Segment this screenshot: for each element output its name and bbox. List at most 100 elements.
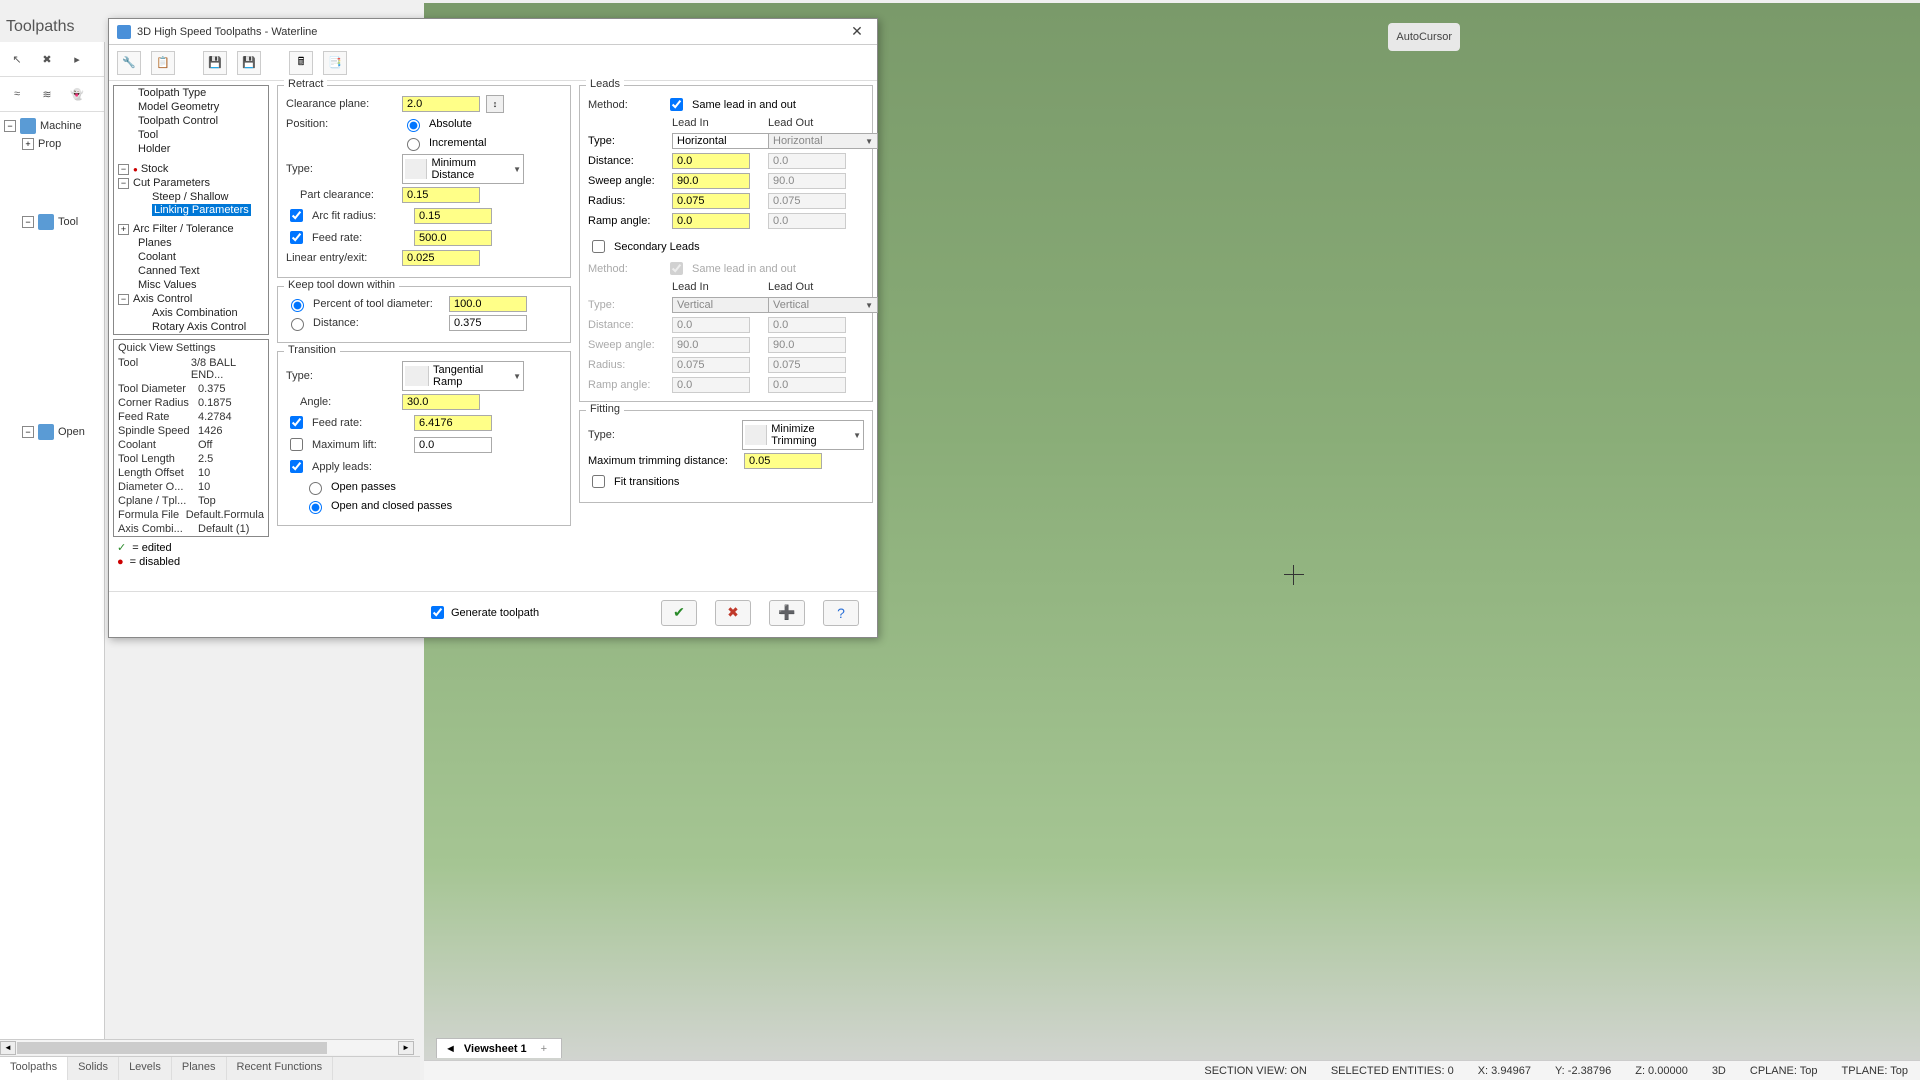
leadin-radius-input[interactable]: 0.075 (672, 193, 750, 209)
arrow-icon[interactable]: ↖ (6, 48, 28, 70)
autocursor-label[interactable]: AutoCursor (1396, 31, 1452, 43)
open-closed-radio[interactable] (309, 501, 322, 514)
left-sidebar: ↖ ✖ ▸ ≈ ≋ 👻 − Machine + Prop − Tool − Op… (0, 42, 105, 1050)
tree-toolpath-type[interactable]: Toolpath Type (114, 86, 268, 100)
tree-cut-params[interactable]: −Cut Parameters (114, 176, 268, 190)
retract-type-dropdown[interactable]: Minimum Distance ▼ (402, 154, 524, 184)
viewsheet-tab[interactable]: ◄ Viewsheet 1 + (436, 1038, 562, 1058)
dialog-titlebar[interactable]: 3D High Speed Toolpaths - Waterline ✕ (109, 19, 877, 45)
save-icon[interactable]: 💾 (203, 51, 227, 75)
tree-planes[interactable]: Planes (114, 236, 268, 250)
linear-input[interactable]: 0.025 (402, 250, 480, 266)
sec-in-type-dropdown: Vertical▼ (672, 297, 782, 313)
cancel-button[interactable]: ✖ (715, 600, 751, 626)
viewport-toolbar: AutoCursor (1388, 23, 1460, 51)
tree-axis[interactable]: −Axis Control (114, 292, 268, 306)
scroll-right-icon[interactable]: ► (398, 1041, 414, 1055)
tree-coolant[interactable]: Coolant (114, 250, 268, 264)
tree-canned[interactable]: Canned Text (114, 264, 268, 278)
tab-levels[interactable]: Levels (119, 1057, 172, 1080)
generate-check[interactable] (431, 606, 444, 619)
leadin-ramp-input[interactable]: 0.0 (672, 213, 750, 229)
tree-linking-params[interactable]: Linking Parameters (152, 204, 251, 216)
add-button[interactable]: ➕ (769, 600, 805, 626)
tree-tool[interactable]: Tool (114, 128, 268, 142)
notes-icon[interactable]: 📑 (323, 51, 347, 75)
tab-planes[interactable]: Planes (172, 1057, 227, 1080)
expand-icon[interactable]: − (22, 216, 34, 228)
max-lift-input[interactable]: 0.0 (414, 437, 492, 453)
status-3d[interactable]: 3D (1712, 1065, 1726, 1077)
scroll-left-icon[interactable]: ◄ (0, 1041, 16, 1055)
part-clearance-input[interactable]: 0.15 (402, 187, 480, 203)
viewsheet-arrow-icon[interactable]: ◄ (445, 1043, 456, 1055)
hscroll[interactable]: ◄ ► (0, 1039, 414, 1055)
same-lead-check[interactable] (670, 98, 683, 111)
tab-toolpaths[interactable]: Toolpaths (0, 1057, 68, 1080)
ghost-icon[interactable]: 👻 (66, 83, 88, 105)
percent-radio[interactable] (291, 299, 304, 312)
distance-input[interactable]: 0.375 (449, 315, 527, 331)
tree-properties[interactable]: + Prop (4, 136, 100, 152)
absolute-radio[interactable] (407, 119, 420, 132)
tool-drill-icon[interactable]: 🔧 (117, 51, 141, 75)
tool-list-icon[interactable]: 📋 (151, 51, 175, 75)
max-lift-check[interactable] (290, 438, 303, 451)
clearance-input[interactable]: 2.0 (402, 96, 480, 112)
apply-leads-check[interactable] (290, 460, 303, 473)
expand-icon[interactable]: + (22, 138, 34, 150)
transition-type-dropdown[interactable]: Tangential Ramp ▼ (402, 361, 524, 391)
open-passes-radio[interactable] (309, 482, 322, 495)
leadin-sweep-input[interactable]: 90.0 (672, 173, 750, 189)
arc-fit-check[interactable] (290, 209, 303, 222)
clearance-spinner-icon[interactable]: ↕ (486, 95, 504, 113)
tree-axis-combo[interactable]: Axis Combination (114, 306, 268, 320)
tree-operations[interactable]: − Open (4, 422, 100, 442)
tree-stock[interactable]: −Stock (114, 162, 268, 176)
dialog-tree[interactable]: Toolpath Type Model Geometry Toolpath Co… (113, 85, 269, 335)
viewsheet-add-icon[interactable]: + (535, 1043, 553, 1055)
fit-transitions-check[interactable] (592, 475, 605, 488)
tree-rotary[interactable]: Rotary Axis Control (114, 320, 268, 334)
status-tplane[interactable]: TPLANE: Top (1842, 1065, 1908, 1077)
max-trim-input[interactable]: 0.05 (744, 453, 822, 469)
leadin-distance-input[interactable]: 0.0 (672, 153, 750, 169)
expand-icon[interactable]: − (22, 426, 34, 438)
secondary-leads-check[interactable] (592, 240, 605, 253)
calc-icon[interactable]: 🖩 (289, 51, 313, 75)
legend: ✓= edited ●= disabled (117, 541, 273, 568)
arrow-x-icon[interactable]: ✖ (36, 48, 58, 70)
trans-feedrate-input[interactable]: 6.4176 (414, 415, 492, 431)
scroll-thumb[interactable] (17, 1042, 327, 1054)
tree-toolpath[interactable]: − Tool (4, 212, 100, 232)
close-icon[interactable]: ✕ (845, 23, 869, 40)
wave1-icon[interactable]: ≈ (6, 83, 28, 105)
tree-model-geometry[interactable]: Model Geometry (114, 100, 268, 114)
tab-solids[interactable]: Solids (68, 1057, 119, 1080)
tree-toolpath-control[interactable]: Toolpath Control (114, 114, 268, 128)
incremental-radio[interactable] (407, 138, 420, 151)
trans-feedrate-check[interactable] (290, 416, 303, 429)
tree-holder[interactable]: Holder (114, 142, 268, 156)
ok-button[interactable]: ✔ (661, 600, 697, 626)
tree-arc-filter[interactable]: +Arc Filter / Tolerance (114, 222, 268, 236)
wave2-icon[interactable]: ≋ (36, 83, 58, 105)
leadin-type-dropdown[interactable]: Horizontal▼ (672, 133, 782, 149)
tab-recent[interactable]: Recent Functions (227, 1057, 334, 1080)
percent-input[interactable]: 100.0 (449, 296, 527, 312)
tree-misc[interactable]: Misc Values (114, 278, 268, 292)
angle-input[interactable]: 30.0 (402, 394, 480, 410)
status-z: Z: 0.00000 (1635, 1065, 1688, 1077)
tree-machine[interactable]: − Machine (4, 116, 100, 136)
insert-icon[interactable]: ▸ (66, 48, 88, 70)
feed-rate-check[interactable] (290, 231, 303, 244)
status-cplane[interactable]: CPLANE: Top (1750, 1065, 1818, 1077)
arc-fit-input[interactable]: 0.15 (414, 208, 492, 224)
fitting-type-dropdown[interactable]: Minimize Trimming ▼ (742, 420, 864, 450)
help-button[interactable]: ? (823, 600, 859, 626)
retract-feedrate-input[interactable]: 500.0 (414, 230, 492, 246)
expand-icon[interactable]: − (4, 120, 16, 132)
save-go-icon[interactable]: 💾 (237, 51, 261, 75)
distance-radio[interactable] (291, 318, 304, 331)
tree-steep[interactable]: Steep / Shallow (114, 190, 268, 204)
